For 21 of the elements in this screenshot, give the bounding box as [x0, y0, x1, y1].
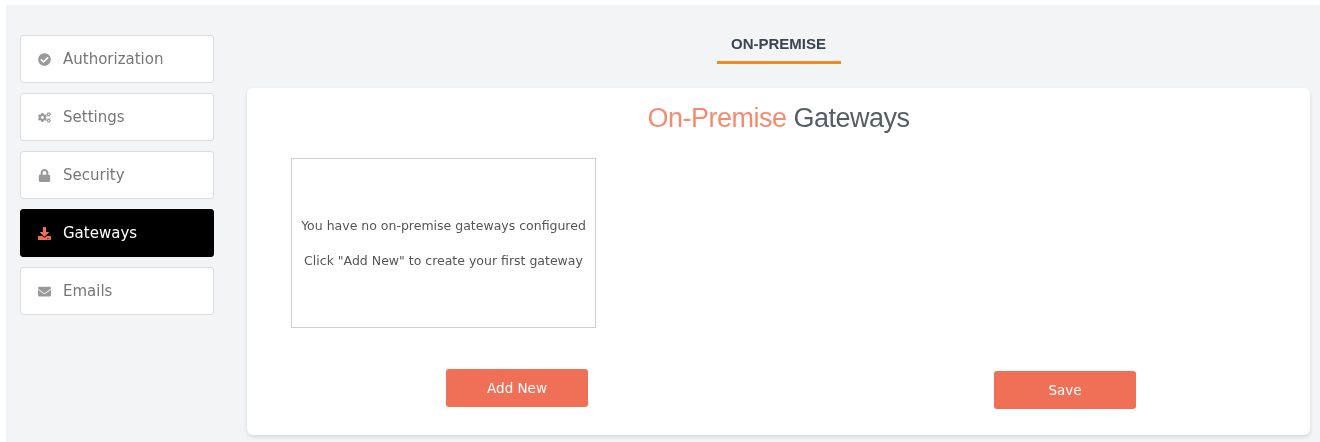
empty-message: You have no on-premise gateways configured: [301, 218, 586, 233]
title-accent: On-Premise: [647, 103, 787, 133]
sidebar-label: Settings: [63, 108, 125, 126]
sidebar-item[interactable]: Gateways: [20, 209, 214, 257]
sidebar-label: Emails: [63, 282, 113, 300]
tab[interactable]: ON-PREMISE: [716, 35, 841, 64]
download-icon: [38, 226, 51, 240]
add-new-button[interactable]: Add New: [446, 369, 588, 407]
lock-icon: [38, 168, 51, 182]
gears-icon: [38, 110, 51, 124]
envelope-icon: [38, 284, 51, 298]
save-button[interactable]: Save: [994, 371, 1136, 409]
sidebar-item[interactable]: Settings: [20, 93, 214, 141]
sidebar-item[interactable]: Emails: [20, 267, 214, 315]
sidebar-label: Authorization: [63, 50, 164, 68]
title-text: Gateways: [793, 103, 910, 133]
sidebar-item[interactable]: Security: [20, 151, 214, 199]
empty-message: Click "Add New" to create your first gateway: [304, 253, 583, 268]
sidebar-label: Security: [63, 166, 125, 184]
sidebar-label: Gateways: [63, 224, 138, 242]
sidebar-item[interactable]: Authorization: [20, 35, 214, 83]
